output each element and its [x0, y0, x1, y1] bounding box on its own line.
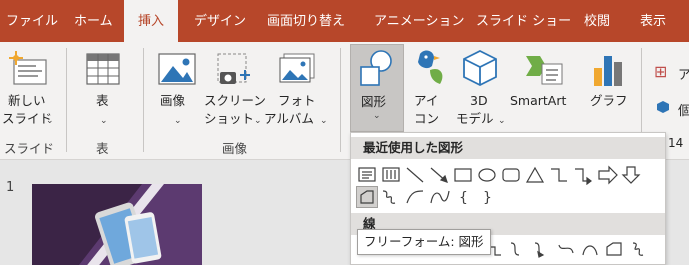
lines-shapes-row	[489, 242, 644, 258]
smartart-button[interactable]: SmartArt	[510, 46, 578, 136]
chevron-down-icon: ⌄	[174, 116, 182, 126]
screenshot-button[interactable]: スクリーン ショット ⌄	[204, 46, 266, 136]
slide-thumbnail-pane: 1	[0, 160, 222, 265]
group-divider	[340, 48, 341, 152]
textbox-label-partial: ア	[678, 68, 689, 83]
freeform-tooltip: フリーフォーム: 図形	[357, 229, 491, 255]
screenshot-label-2: ショット	[204, 111, 255, 126]
image-button[interactable]: 画像 ⌄	[152, 46, 202, 136]
photo-album-label-2: アルバム	[264, 111, 314, 126]
shapes-button[interactable]: 図形 ⌄	[350, 44, 404, 132]
photo-album-label-1: フォト	[278, 93, 316, 108]
tab-insert[interactable]: 挿入	[124, 0, 179, 42]
bar-chart-icon	[594, 56, 622, 86]
tab-transitions[interactable]: 画面切り替え	[267, 0, 345, 42]
chevron-down-icon: ⌄	[498, 116, 506, 126]
group-divider	[66, 48, 67, 152]
slide-thumbnail[interactable]	[32, 184, 202, 265]
group-divider	[143, 48, 144, 152]
icons-icon	[418, 50, 443, 84]
screenshot-label-1: スクリーン	[204, 93, 266, 108]
tab-view[interactable]: 表示	[640, 0, 666, 42]
3d-model-button[interactable]: 3D モデル ⌄	[452, 46, 508, 136]
3d-cube-icon	[463, 49, 497, 87]
shapes-icon	[360, 50, 392, 86]
tab-animations[interactable]: アニメーション	[374, 0, 464, 42]
tab-design[interactable]: デザイン	[194, 0, 246, 42]
group-label-table: 表	[96, 141, 109, 156]
smartart-icon	[526, 56, 563, 85]
chevron-down-icon: ⌄	[46, 116, 54, 126]
screenshot-icon	[217, 53, 250, 84]
image-icon	[158, 53, 196, 85]
object-label-partial: 個	[678, 104, 689, 119]
photo-album-icon	[279, 53, 315, 83]
table-icon	[86, 53, 120, 85]
slide-number: 1	[6, 180, 15, 195]
recent-shapes-row-2: { }	[382, 190, 492, 206]
icons-label-2: コン	[414, 111, 440, 126]
chevron-down-icon: ⌄	[320, 116, 328, 126]
svg-text:}: }	[483, 190, 492, 206]
textbox-button[interactable]: ⊞ ア	[654, 62, 689, 83]
tab-slideshow[interactable]: スライド ショー	[476, 0, 571, 42]
table-button[interactable]: 表 ⌄	[78, 46, 128, 136]
svg-text:{: {	[459, 190, 468, 206]
chevron-down-icon: ⌄	[254, 116, 262, 126]
3d-model-label-2: モデル	[456, 111, 494, 126]
group-label-images: 画像	[222, 141, 248, 156]
freeform-shape-button[interactable]	[356, 186, 378, 208]
tab-review[interactable]: 校閲	[584, 0, 610, 42]
photo-album-button[interactable]: フォト アルバム ⌄	[264, 46, 330, 136]
chevron-down-icon: ⌄	[373, 111, 381, 121]
icons-button[interactable]: アイ コン	[408, 46, 448, 136]
new-slide-icon	[9, 51, 47, 85]
recent-shapes-header: 最近使用した図形	[351, 137, 665, 159]
tab-home[interactable]: ホーム	[74, 0, 113, 42]
cube-small-icon	[657, 101, 669, 113]
chart-button[interactable]: グラフ	[584, 46, 632, 136]
new-slide-button[interactable]: 新しい スライド ⌄	[2, 46, 54, 136]
3d-model-label-1: 3D	[470, 93, 488, 108]
chart-label: グラフ	[590, 93, 628, 108]
smartart-label: SmartArt	[510, 93, 567, 108]
recent-shapes-row-1	[358, 165, 641, 185]
group-label-slides: スライド	[4, 141, 55, 156]
font-size-partial: 14	[668, 136, 684, 150]
ribbon-tab-bar: ファイル ホーム 挿入 デザイン 画面切り替え アニメーション スライド ショー…	[0, 0, 689, 42]
icons-label-1: アイ	[414, 93, 439, 108]
freeform-shape-icon	[360, 190, 374, 204]
slide-thumbnail-image	[32, 184, 202, 265]
new-slide-label-2: スライド	[2, 111, 53, 126]
chevron-down-icon: ⌄	[100, 116, 108, 126]
object-button[interactable]: 個	[654, 98, 689, 119]
tab-file[interactable]: ファイル	[6, 0, 58, 42]
textbox-icon: ⊞	[654, 62, 668, 81]
table-label: 表	[96, 93, 109, 108]
image-label: 画像	[160, 93, 186, 108]
shapes-label: 図形	[361, 94, 387, 109]
new-slide-label-1: 新しい	[8, 93, 46, 108]
